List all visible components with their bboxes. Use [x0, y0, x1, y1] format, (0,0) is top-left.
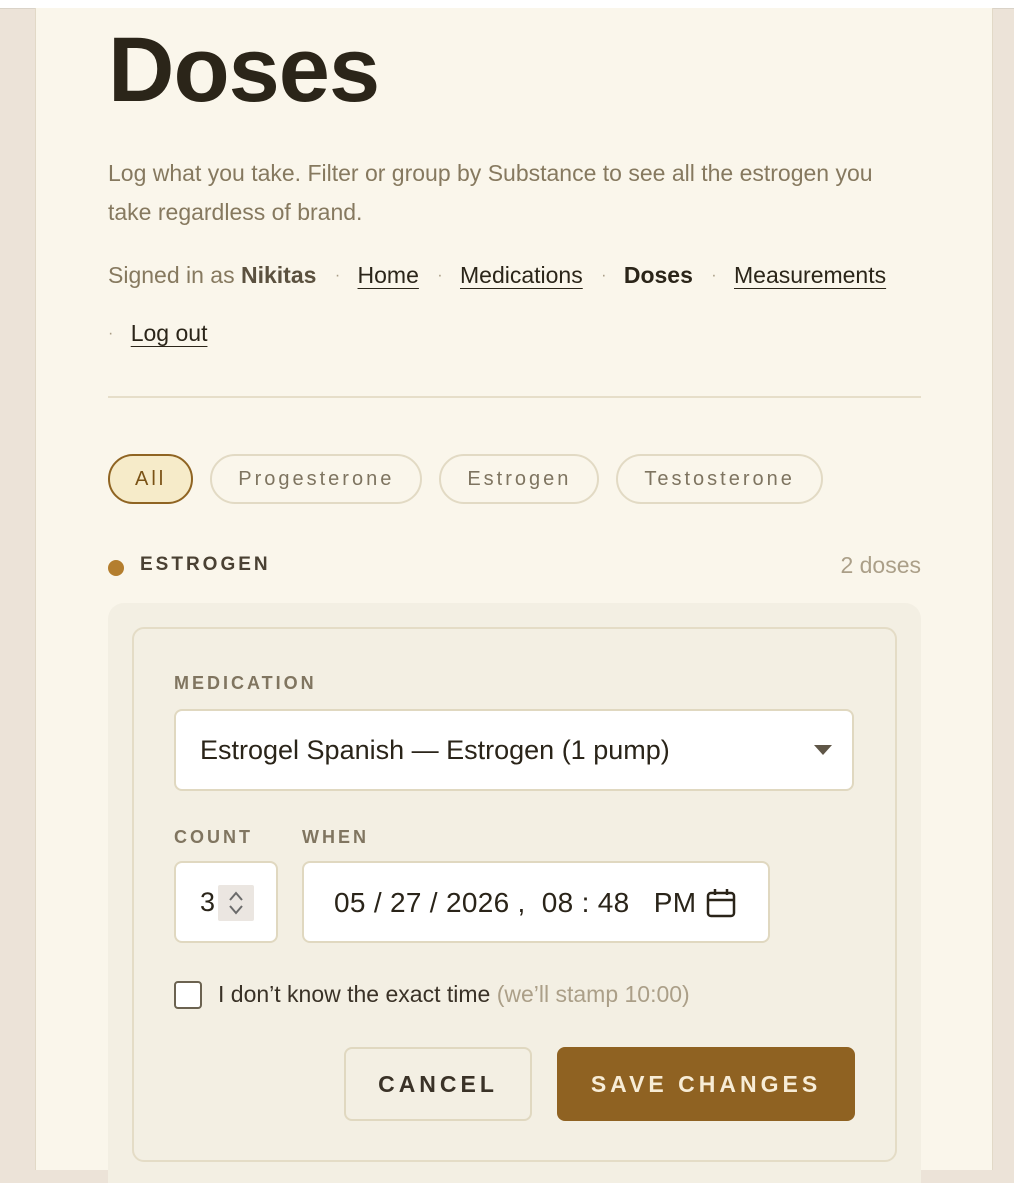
dose-group-card: MEDICATION Estrogel Spanish — Estrogen (…: [108, 603, 921, 1183]
medication-select[interactable]: Estrogel Spanish — Estrogen (1 pump): [174, 709, 854, 791]
count-number-input[interactable]: 3: [174, 861, 278, 943]
edit-dose-form: MEDICATION Estrogel Spanish — Estrogen (…: [132, 627, 897, 1162]
filter-pill-testosterone[interactable]: Testosterone: [616, 454, 823, 504]
nav-separator: ·: [601, 267, 607, 284]
count-value: 3: [200, 887, 216, 917]
substance-group-name: ESTROGEN: [140, 554, 271, 575]
page-container: Doses Log what you take. Filter or group…: [35, 8, 993, 1183]
calendar-icon[interactable]: [706, 888, 736, 925]
nav-separator: ·: [334, 267, 341, 284]
medication-label: MEDICATION: [174, 673, 317, 693]
substance-filter-bar: All Progesterone Estrogen Testosterone: [108, 454, 823, 508]
cancel-button[interactable]: CANCEL: [344, 1047, 532, 1121]
nav-link-measurements[interactable]: Measurements: [734, 262, 886, 288]
unknown-time-label[interactable]: I don’t know the exact time (we’ll stamp…: [218, 981, 690, 1008]
medication-selected-value: Estrogel Spanish — Estrogen (1 pump): [200, 734, 670, 765]
when-datetime-input[interactable]: 05 / 27 / 2026 , 08 : 48 PM: [302, 861, 770, 943]
count-label: COUNT: [174, 827, 253, 847]
save-changes-button[interactable]: SAVE CHANGES: [557, 1047, 855, 1121]
page-intro: Log what you take. Filter or group by Su…: [108, 160, 873, 225]
nav-separator: ·: [437, 267, 443, 284]
nav-link-medications[interactable]: Medications: [460, 262, 583, 288]
substance-dose-count: 2 doses: [840, 552, 921, 578]
unknown-time-hint: (we’ll stamp 10:00): [496, 981, 690, 1007]
header-divider: [108, 396, 921, 398]
page-title: Doses: [108, 19, 380, 121]
filter-pill-progesterone[interactable]: Progesterone: [210, 454, 423, 504]
filter-pill-estrogen[interactable]: Estrogen: [439, 454, 600, 504]
signed-in-prefix: Signed in as: [108, 262, 235, 288]
unknown-time-row: I don’t know the exact time (we’ll stamp…: [174, 979, 874, 1013]
when-value: 05 / 27 / 2026 , 08 : 48 PM: [334, 887, 697, 918]
nav-link-home[interactable]: Home: [358, 262, 419, 288]
substance-group-header: ESTROGEN 2 doses: [108, 552, 921, 584]
chevron-down-icon: [814, 745, 832, 755]
top-nav: Signed in as Nikitas · Home · Medication…: [108, 248, 921, 364]
nav-separator: ·: [711, 267, 717, 284]
unknown-time-checkbox[interactable]: [174, 981, 202, 1009]
username: Nikitas: [240, 262, 317, 288]
unknown-time-text: I don’t know the exact time: [218, 981, 491, 1007]
filter-pill-all[interactable]: All: [108, 454, 194, 504]
nav-current-doses: Doses: [623, 262, 693, 288]
spinner-arrows-icon[interactable]: [218, 885, 254, 921]
when-label: WHEN: [302, 827, 369, 847]
nav-link-logout[interactable]: Log out: [131, 320, 208, 346]
substance-color-dot: [108, 560, 124, 576]
nav-separator: ·: [108, 325, 114, 342]
